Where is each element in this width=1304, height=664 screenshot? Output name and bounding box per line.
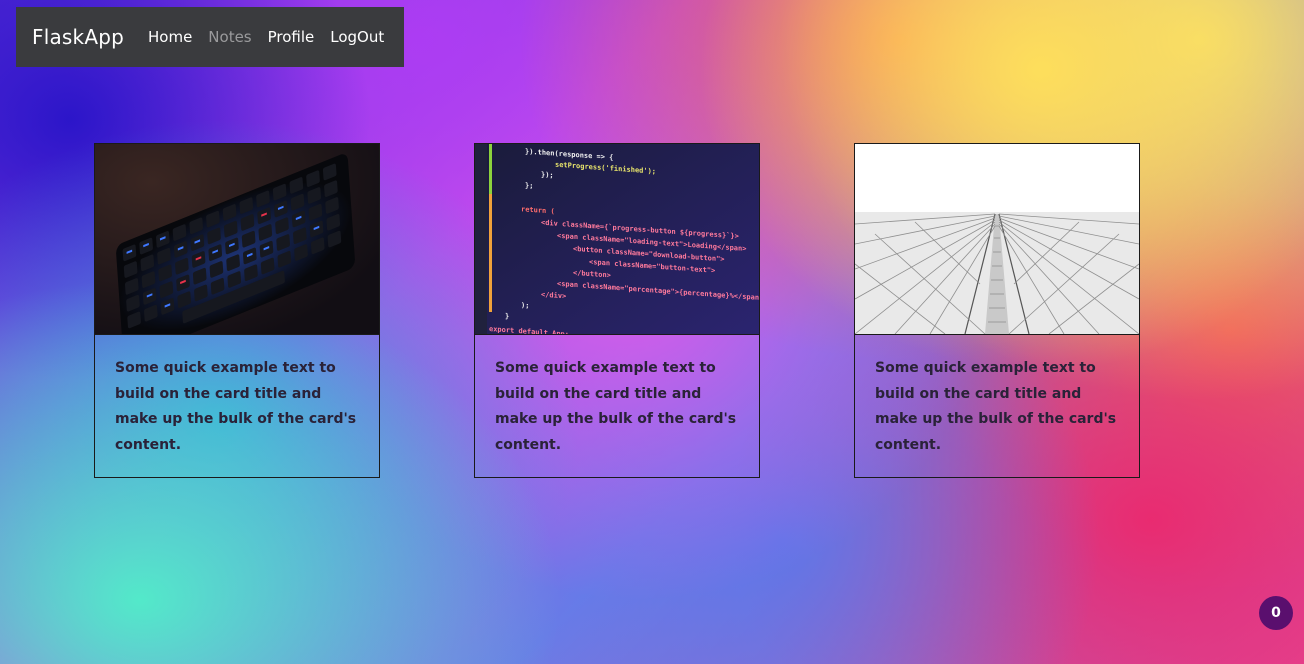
navbar: FlaskApp Home Notes Profile LogOut bbox=[16, 7, 404, 67]
code-line: }; bbox=[525, 182, 533, 191]
nav-link-home[interactable]: Home bbox=[148, 28, 192, 46]
skyscraper-photo bbox=[855, 144, 1139, 335]
card-3: Some quick example text to build on the … bbox=[854, 143, 1140, 478]
nav-link-logout[interactable]: LogOut bbox=[330, 28, 384, 46]
nav-link-profile[interactable]: Profile bbox=[268, 28, 315, 46]
keyboard-photo bbox=[95, 144, 379, 335]
card-text: Some quick example text to build on the … bbox=[875, 360, 1117, 453]
card-text: Some quick example text to build on the … bbox=[495, 360, 737, 453]
nav-link-notes[interactable]: Notes bbox=[208, 28, 251, 46]
card-text: Some quick example text to build on the … bbox=[115, 360, 357, 453]
code-screen-photo: }).then(response => { setProgress('finis… bbox=[475, 144, 759, 335]
code-line: } bbox=[505, 312, 509, 320]
code-line: }); bbox=[541, 171, 554, 180]
brand-logo[interactable]: FlaskApp bbox=[32, 25, 124, 49]
card-2: }).then(response => { setProgress('finis… bbox=[474, 143, 760, 478]
notification-badge[interactable]: 0 bbox=[1259, 596, 1293, 630]
code-line: ); bbox=[521, 301, 529, 310]
card-1: Some quick example text to build on the … bbox=[94, 143, 380, 478]
